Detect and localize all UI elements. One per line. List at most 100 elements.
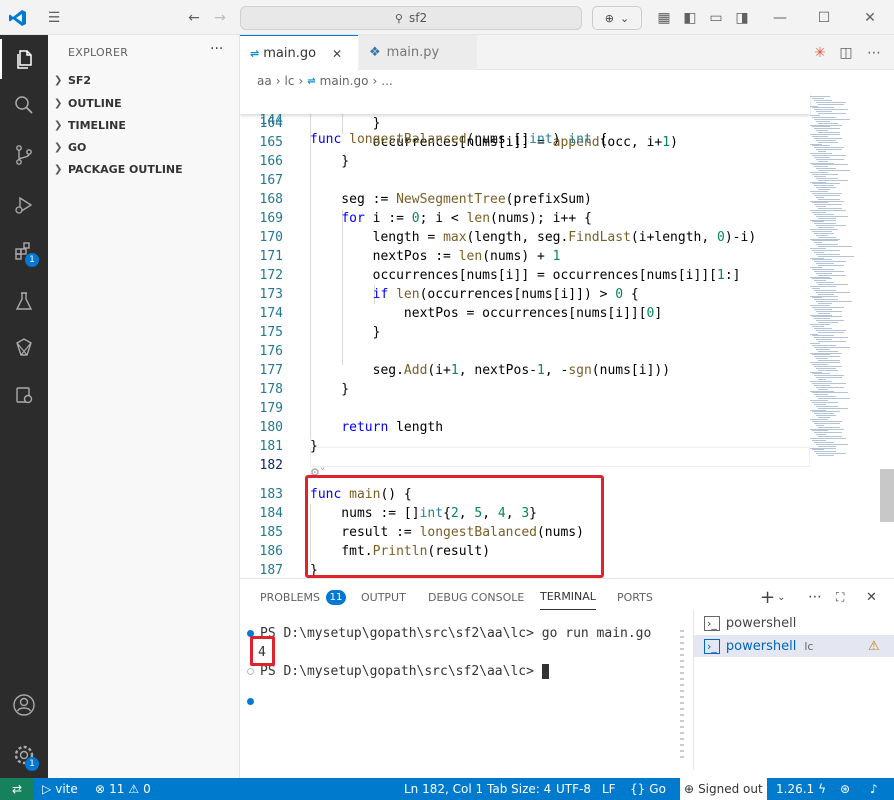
line-number: 180 (259, 420, 283, 435)
code-line[interactable]: 167 (240, 171, 810, 190)
close-tab-icon[interactable]: ✕ (332, 47, 342, 61)
section-package-outline[interactable]: ❯ PACKAGE OUTLINE (54, 158, 183, 180)
tab-main-go[interactable]: ⇌ main.go ✕ (240, 35, 358, 71)
line-number: 185 (259, 525, 283, 540)
command-center-search[interactable]: ⚲ sf2 (240, 6, 582, 30)
remote-activity[interactable] (0, 327, 48, 367)
terminal-instance-2[interactable]: ›_ powershell lc ⚠ (694, 635, 894, 657)
terminal-icon: ›_ (704, 638, 720, 654)
code-line[interactable]: 176 (240, 342, 810, 361)
maximize-icon[interactable]: ☐ (814, 8, 834, 28)
code-line[interactable]: 181} (240, 437, 810, 456)
remote-indicator[interactable]: ⇄ (0, 778, 34, 800)
code-text: } (310, 154, 350, 169)
section-timeline[interactable]: ❯ TIMELINE (54, 114, 126, 136)
breadcrumb-lc[interactable]: lc (285, 74, 295, 88)
testing-activity[interactable] (0, 281, 48, 321)
section-outline[interactable]: ❯ OUTLINE (54, 92, 122, 114)
status-eol[interactable]: LF (602, 778, 616, 800)
back-arrow-icon[interactable]: ← (184, 8, 204, 28)
status-go-version[interactable]: 1.26.1 ϟ (776, 778, 826, 800)
code-line[interactable]: 169 for i := 0; i < len(nums); i++ { (240, 209, 810, 228)
status-vite[interactable]: ▷ vite (42, 778, 78, 800)
status-problems[interactable]: ⊗ 11 ⚠ 0 (95, 778, 151, 800)
status-notifications[interactable]: ♪ (870, 778, 878, 800)
editor-scrollbar[interactable] (880, 469, 894, 522)
line-number: 181 (259, 439, 283, 454)
code-line[interactable]: 180 return length (240, 418, 810, 437)
code-line[interactable]: 174 nextPos = occurrences[nums[i]][0] (240, 304, 810, 323)
code-line[interactable]: 179 (240, 399, 810, 418)
manage-activity[interactable]: 1 (0, 735, 48, 775)
code-line[interactable]: 166 } (240, 152, 810, 171)
code-text: nextPos = occurrences[nums[i]][0] (310, 306, 663, 321)
code-line[interactable]: 178 } (240, 380, 810, 399)
tab-ports[interactable]: PORTS (617, 584, 653, 610)
line-number: 168 (259, 192, 283, 207)
terminal-output[interactable]: PS D:\mysetup\gopath\src\sf2\aa\lc> go r… (240, 620, 680, 770)
vscode-logo-icon (9, 10, 26, 26)
status-language[interactable]: {} Go (630, 778, 666, 800)
menu-icon[interactable]: ☰ (44, 8, 64, 28)
toggle-panel-icon[interactable]: ▭ (706, 8, 726, 28)
code-line[interactable]: 168 seg := NewSegmentTree(prefixSum) (240, 190, 810, 209)
breadcrumb-file[interactable]: main.go (320, 74, 369, 88)
sidebar-title: EXPLORER (68, 46, 129, 59)
annotation-box-output (250, 636, 275, 666)
terminal-instance-1[interactable]: ›_ powershell (694, 612, 894, 634)
status-copilot[interactable]: ⊛ (840, 778, 850, 800)
code-line[interactable]: 172 occurrences[nums[i]] = occurrences[n… (240, 266, 810, 285)
copilot-icon: ⊕ (684, 782, 695, 796)
breadcrumb-more[interactable]: ... (381, 74, 392, 88)
code-line[interactable]: 170 length = max(length, seg.FindLast(i+… (240, 228, 810, 247)
panel-more-icon[interactable]: ⋯ (808, 584, 822, 610)
status-tab-size[interactable]: Tab Size: 4 (487, 778, 551, 800)
code-line[interactable]: 177 seg.Add(i+1, nextPos-1, -sgn(nums[i]… (240, 361, 810, 380)
terminal-prompt-line: PS D:\mysetup\gopath\src\sf2\aa\lc> (260, 662, 549, 681)
extensions-activity[interactable]: 1 (0, 231, 48, 271)
more-actions-icon[interactable]: ··· (210, 41, 223, 57)
close-panel-icon[interactable]: ✕ (866, 584, 877, 610)
close-window-icon[interactable]: ✕ (860, 8, 880, 28)
explorer-sidebar: EXPLORER ··· ❯ SF2 ❯ OUTLINE ❯ TIMELINE ❯ GO… (48, 35, 240, 778)
split-editor-icon[interactable]: ◫ (836, 43, 856, 63)
docker-activity[interactable] (0, 375, 48, 415)
tab-debug-console[interactable]: DEBUG CONSOLE (428, 584, 524, 610)
tab-output[interactable]: OUTPUT (361, 584, 406, 610)
copilot-button[interactable]: ⊕ ⌄ (592, 6, 642, 30)
code-line[interactable]: 173 if len(occurrences[nums[i]]) > 0 { (240, 285, 810, 304)
code-line[interactable]: 182 (240, 456, 810, 475)
section-go[interactable]: ❯ GO (54, 136, 86, 158)
toggle-sidebar-icon[interactable]: ◧ (680, 8, 700, 28)
tab-main-py[interactable]: ❖ main.py (359, 35, 477, 70)
status-cursor-position[interactable]: Ln 182, Col 1 (404, 778, 483, 800)
customize-layout-icon[interactable]: ▦ (654, 8, 674, 28)
minimize-icon[interactable]: — (770, 8, 790, 28)
toggle-secondary-sidebar-icon[interactable]: ◨ (732, 8, 752, 28)
code-line[interactable]: 175 } (240, 323, 810, 342)
section-sf2[interactable]: ❯ SF2 (54, 69, 91, 91)
maximize-panel-icon[interactable]: ⛶ (836, 584, 844, 610)
source-control-activity[interactable] (0, 135, 48, 175)
tab-terminal[interactable]: TERMINAL (540, 584, 596, 610)
copilot-spark-icon[interactable]: ✳ (810, 43, 830, 63)
sticky-scroll-header[interactable]: 144 func longestBalanced(nums []int) int… (240, 92, 810, 147)
status-signed-out[interactable]: ⊕ Signed out (680, 778, 767, 800)
search-activity[interactable] (0, 85, 48, 125)
forward-arrow-icon[interactable]: → (210, 8, 230, 28)
annotation-box-main (305, 475, 604, 578)
minimap[interactable] (804, 92, 880, 578)
tab-problems[interactable]: PROBLEMS 11 (260, 584, 347, 610)
code-text: seg := NewSegmentTree(prefixSum) (310, 192, 592, 207)
status-encoding[interactable]: UTF-8 (556, 778, 591, 800)
more-actions-icon[interactable]: ⋯ (864, 43, 884, 63)
run-debug-activity[interactable] (0, 185, 48, 225)
terminal-scrollbar[interactable] (680, 630, 684, 760)
accounts-activity[interactable] (0, 685, 48, 725)
explorer-activity[interactable] (0, 39, 48, 79)
new-terminal-button[interactable]: + ⌄ (760, 584, 785, 610)
line-number: 186 (259, 544, 283, 559)
code-line[interactable]: 171 nextPos := len(nums) + 1 (240, 247, 810, 266)
breadcrumb-aa[interactable]: aa (257, 74, 272, 88)
go-file-icon: ⇌ (307, 75, 316, 87)
